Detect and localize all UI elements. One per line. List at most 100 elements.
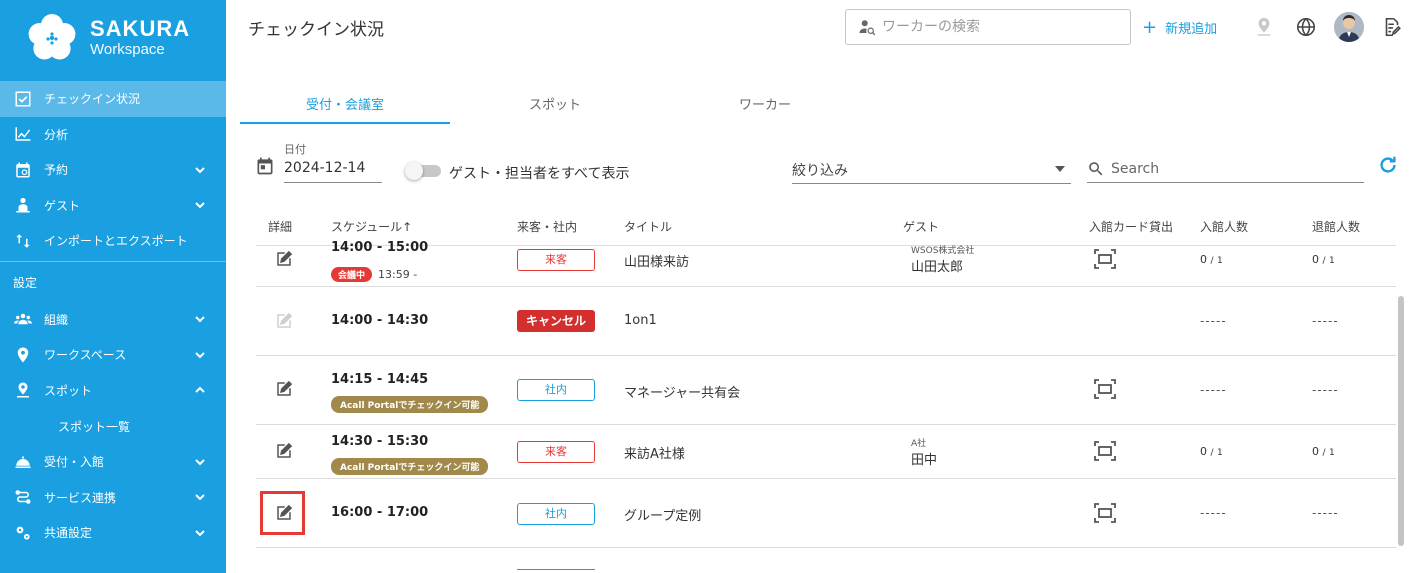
person-search-icon: [859, 20, 876, 36]
calendar-today-icon[interactable]: [255, 156, 275, 176]
sidebar-item-label: ワークスペース: [44, 348, 127, 363]
tab-bar: 受付・会議室 スポット ワーカー: [240, 84, 870, 124]
check-in-count: 0 / 1: [1200, 253, 1223, 266]
sidebar-item-label: 受付・入館: [44, 455, 105, 470]
row-type: 来客: [517, 440, 595, 463]
brand[interactable]: SAKURA Workspace: [26, 12, 190, 64]
sidebar-item-checkin-status[interactable]: チェックイン状況: [0, 81, 226, 117]
location-disabled-icon[interactable]: [1253, 16, 1275, 38]
acall-portal-badge: Acall Portalでチェックイン可能: [331, 458, 489, 475]
count-total: 1: [1217, 256, 1223, 266]
scrollbar-thumb[interactable]: [1398, 296, 1404, 546]
chevron-up-icon: [194, 384, 206, 396]
add-new-button[interactable]: + 新規追加: [1142, 18, 1217, 37]
column-header-label: スケジュール: [331, 220, 403, 234]
type-badge-guest: 来客: [517, 441, 595, 463]
sidebar-item-label: 分析: [44, 127, 69, 142]
row-divider: [256, 424, 1396, 425]
column-header-schedule[interactable]: スケジュール↑: [331, 218, 412, 235]
sidebar-item-label: チェックイン状況: [44, 92, 141, 107]
sidebar-subitem-spot-list[interactable]: スポット一覧: [0, 408, 226, 444]
sidebar-item-organization[interactable]: 組織: [0, 302, 226, 338]
sidebar-item-label: ゲスト: [44, 198, 81, 213]
tab-active-indicator: [240, 122, 450, 124]
date-underline: [284, 182, 382, 183]
sidebar-item-reservations[interactable]: 予約: [0, 152, 226, 188]
tab-reception-meeting-room[interactable]: 受付・会議室: [240, 84, 450, 122]
row-title: 来訪A社様: [624, 447, 685, 462]
sort-arrow-icon: ↑: [402, 220, 413, 234]
table-search[interactable]: [1087, 155, 1364, 183]
card-lending-icon[interactable]: [1093, 440, 1117, 462]
check-out-count: -----: [1312, 383, 1339, 397]
date-label: 日付: [284, 143, 306, 156]
sidebar-item-analytics[interactable]: 分析: [0, 117, 226, 153]
filter-select[interactable]: 絞り込み: [792, 160, 1071, 184]
gears-icon: [13, 523, 33, 543]
sidebar-item-common-settings[interactable]: 共通設定: [0, 515, 226, 551]
dropdown-caret-icon: [1055, 166, 1065, 172]
tab-worker[interactable]: ワーカー: [660, 84, 870, 122]
highlight-box: [260, 491, 305, 535]
sidebar-item-label: インポートとエクスポート: [44, 234, 188, 249]
sakura-logo-icon: [26, 12, 78, 64]
check-in-count: -----: [1200, 506, 1227, 520]
table-search-input[interactable]: [1111, 160, 1351, 177]
sidebar-item-workspace[interactable]: ワークスペース: [0, 337, 226, 373]
card-lending-icon[interactable]: [1093, 378, 1117, 400]
card-lending-icon[interactable]: [1093, 248, 1117, 270]
check-out-count: 0 / 1: [1312, 253, 1335, 266]
row-type: 社内: [517, 502, 595, 525]
worker-search-input[interactable]: [882, 19, 1122, 35]
type-badge-guest: 来客: [517, 249, 595, 271]
guest-company: WSOS株式会社: [911, 246, 975, 256]
sidebar-item-import-export[interactable]: インポートとエクスポート: [0, 223, 226, 259]
calendar-icon: [13, 160, 33, 180]
row-time: 14:00 - 15:00: [331, 240, 429, 255]
card-lending-icon[interactable]: [1093, 502, 1117, 524]
people-icon: [13, 309, 33, 329]
sidebar: SAKURA Workspace チェックイン状況 分析 予約 ゲスト インポー…: [0, 0, 226, 573]
row-divider: [256, 286, 1396, 287]
reception-icon: [13, 452, 33, 472]
edit-icon[interactable]: [275, 380, 293, 398]
filter-select-value: 絞り込み: [792, 163, 848, 179]
column-header-card-lending: 入館カード貸出: [1089, 220, 1174, 234]
chevron-down-icon: [194, 164, 206, 176]
sidebar-item-service-integration[interactable]: サービス連携: [0, 480, 226, 516]
sidebar-item-reception[interactable]: 受付・入館: [0, 444, 226, 480]
chevron-down-icon: [194, 491, 206, 503]
globe-icon[interactable]: [1295, 16, 1317, 38]
row-type: 来客: [517, 248, 595, 271]
edit-icon[interactable]: [275, 442, 293, 460]
worker-search[interactable]: [845, 9, 1131, 45]
add-new-label: 新規追加: [1165, 22, 1218, 37]
show-all-toggle[interactable]: [405, 162, 441, 180]
row-time: 16:00 - 17:00: [331, 505, 429, 520]
page-title: チェックイン状況: [248, 20, 384, 40]
sidebar-item-guests[interactable]: ゲスト: [0, 188, 226, 224]
row-title: 1on1: [624, 313, 657, 328]
refresh-icon[interactable]: [1377, 154, 1399, 176]
column-header-detail: 詳細: [268, 220, 293, 234]
guest-company: A社: [911, 439, 927, 449]
import-export-icon: [13, 231, 33, 251]
date-field[interactable]: 2024-12-14: [284, 160, 365, 176]
check-out-count: -----: [1312, 314, 1339, 328]
type-badge-cancel: キャンセル: [517, 310, 595, 332]
spot-pin-icon: [13, 380, 33, 400]
edit-icon-disabled: [275, 312, 293, 330]
row-time: 14:30 - 15:30: [331, 434, 429, 449]
row-divider: [256, 355, 1396, 356]
count-value: 0: [1200, 253, 1207, 266]
tab-spot[interactable]: スポット: [450, 84, 660, 122]
count-value: 0: [1200, 445, 1207, 458]
chevron-down-icon: [194, 527, 206, 539]
row-guest: A社 田中: [911, 436, 937, 468]
edit-document-icon[interactable]: [1381, 16, 1403, 38]
check-out-count: 0 / 1: [1312, 445, 1335, 458]
count-value: 0: [1312, 445, 1319, 458]
edit-icon[interactable]: [275, 250, 293, 268]
avatar[interactable]: [1334, 12, 1364, 42]
sidebar-item-spot[interactable]: スポット: [0, 373, 226, 409]
